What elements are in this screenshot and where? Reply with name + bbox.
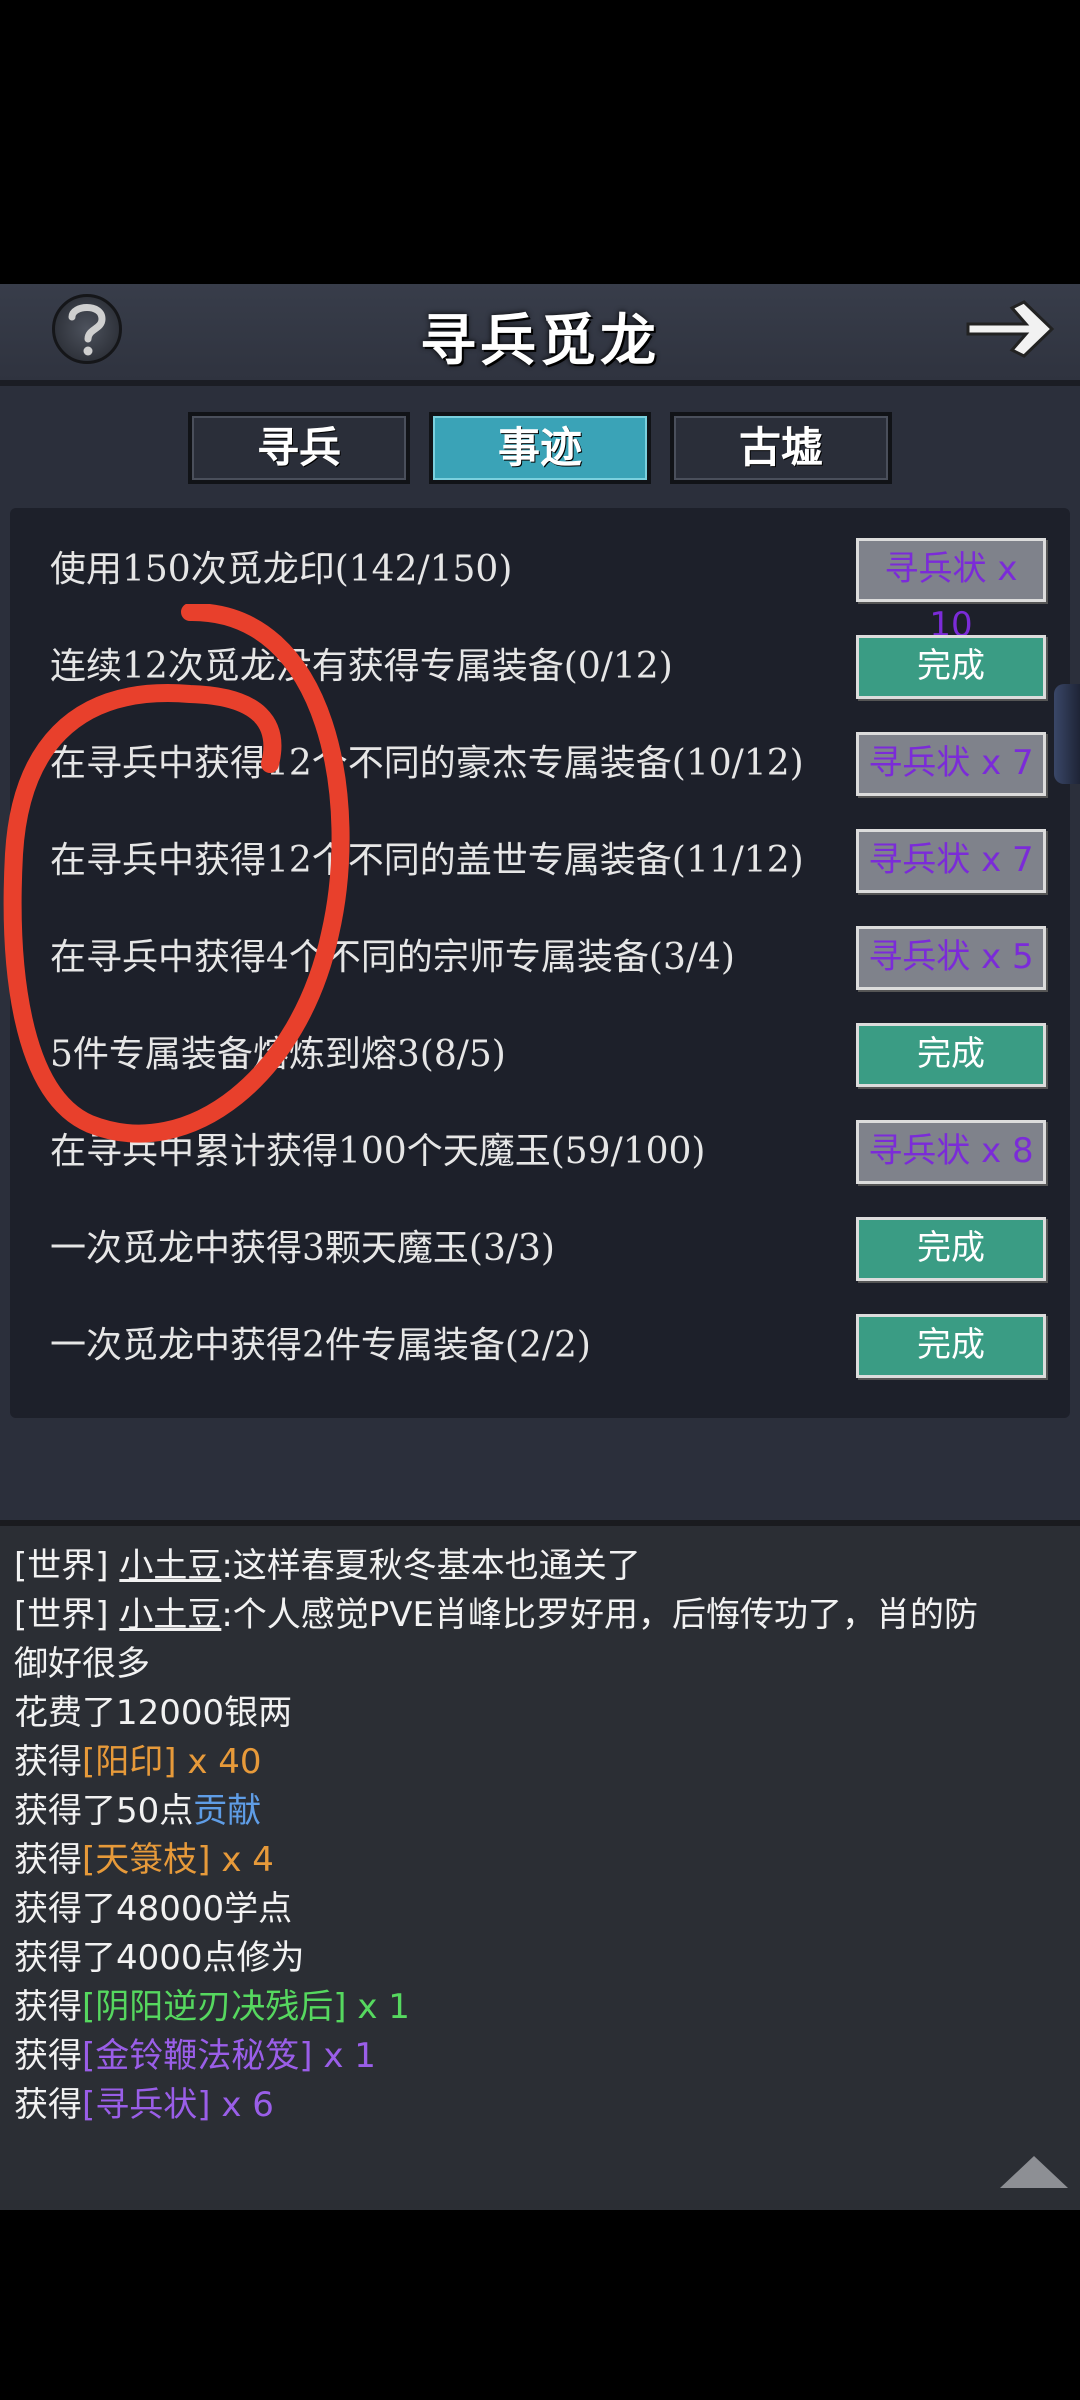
scroll-up-icon[interactable] [1000,2156,1068,2188]
side-menu-handle[interactable] [1054,684,1080,784]
reward-button[interactable]: 寻兵状 x 8 [856,1120,1046,1184]
chat-message: 御好很多 [14,1644,150,1684]
tab-guxu[interactable]: 古墟 [670,412,892,484]
item-link[interactable]: [金铃鞭法秘笈] [82,2036,313,2076]
item-link[interactable]: 贡献 [193,1791,261,1831]
reward-button[interactable]: 寻兵状 x 7 [856,732,1046,796]
list-item: 一次觅龙中获得2件专属装备(2/2) 完成 [10,1292,1070,1389]
tab-shiji[interactable]: 事迹 [429,412,651,484]
reward-button[interactable]: 寻兵状 x 10 [856,538,1046,645]
item-link[interactable]: [天箓枝] [82,1840,211,1880]
list-item: 一次觅龙中获得3颗天魔玉(3/3) 完成 [10,1195,1070,1292]
page-title: 寻兵觅龙 [420,308,660,374]
complete-button[interactable]: 完成 [856,635,1046,699]
item-link[interactable]: [寻兵状] [82,2085,211,2125]
task-text: 一次觅龙中获得2件专属装备(2/2) [50,1325,591,1366]
item-link[interactable]: [阴阳逆刃决残后] [82,1987,347,2027]
tab-xunbing[interactable]: 寻兵 [188,412,410,484]
chat-log[interactable]: [世界] 小土豆:这样春夏秋冬基本也通关了 [世界] 小土豆:个人感觉PVE肖峰… [0,1520,1080,2210]
annotation-circle [3,604,350,1143]
reward-button[interactable]: 寻兵状 x 7 [856,829,1046,893]
complete-button[interactable]: 完成 [856,1314,1046,1378]
player-name-link[interactable]: 小土豆 [119,1546,221,1586]
chat-message: 获得了50点贡献 [14,1791,262,1831]
complete-button[interactable]: 完成 [856,1023,1046,1087]
header-bar: 寻兵觅龙 [0,284,1080,386]
task-text: 一次觅龙中获得3颗天魔玉(3/3) [50,1228,555,1269]
chat-message: 获得[天箓枝] x 4 [14,1840,274,1880]
reward-button[interactable]: 寻兵状 x 5 [856,926,1046,990]
tab-bar: 寻兵 事迹 古墟 [188,412,892,484]
player-name-link[interactable]: 小土豆 [119,1595,221,1635]
chat-message: 获得[阳印] x 40 [14,1742,262,1782]
chat-message: 获得了48000学点 [14,1889,293,1929]
quest-panel: 寻兵觅龙 寻兵 事迹 古墟 使用150次觅龙印(142/150) 寻兵状 x 1… [0,284,1080,1524]
list-item: 使用150次觅龙印(142/150) 寻兵状 x 10 [10,516,1070,645]
chat-message: [世界] 小土豆:这样春夏秋冬基本也通关了 [14,1546,641,1586]
task-text: 使用150次觅龙印(142/150) [50,549,513,590]
arrow-right-icon[interactable] [962,294,1058,364]
chat-message: 花费了12000银两 [14,1693,293,1733]
complete-button[interactable]: 完成 [856,1217,1046,1281]
chat-message: 获得[寻兵状] x 6 [14,2085,274,2125]
chat-message: 获得[金铃鞭法秘笈] x 1 [14,2036,376,2076]
item-link[interactable]: [阳印] [82,1742,177,1782]
chat-message: 获得[阴阳逆刃决残后] x 1 [14,1987,410,2027]
chat-message: [世界] 小土豆:个人感觉PVE肖峰比罗好用，后悔传功了，肖的防 [14,1595,979,1635]
chat-message: 获得了4000点修为 [14,1938,305,1978]
